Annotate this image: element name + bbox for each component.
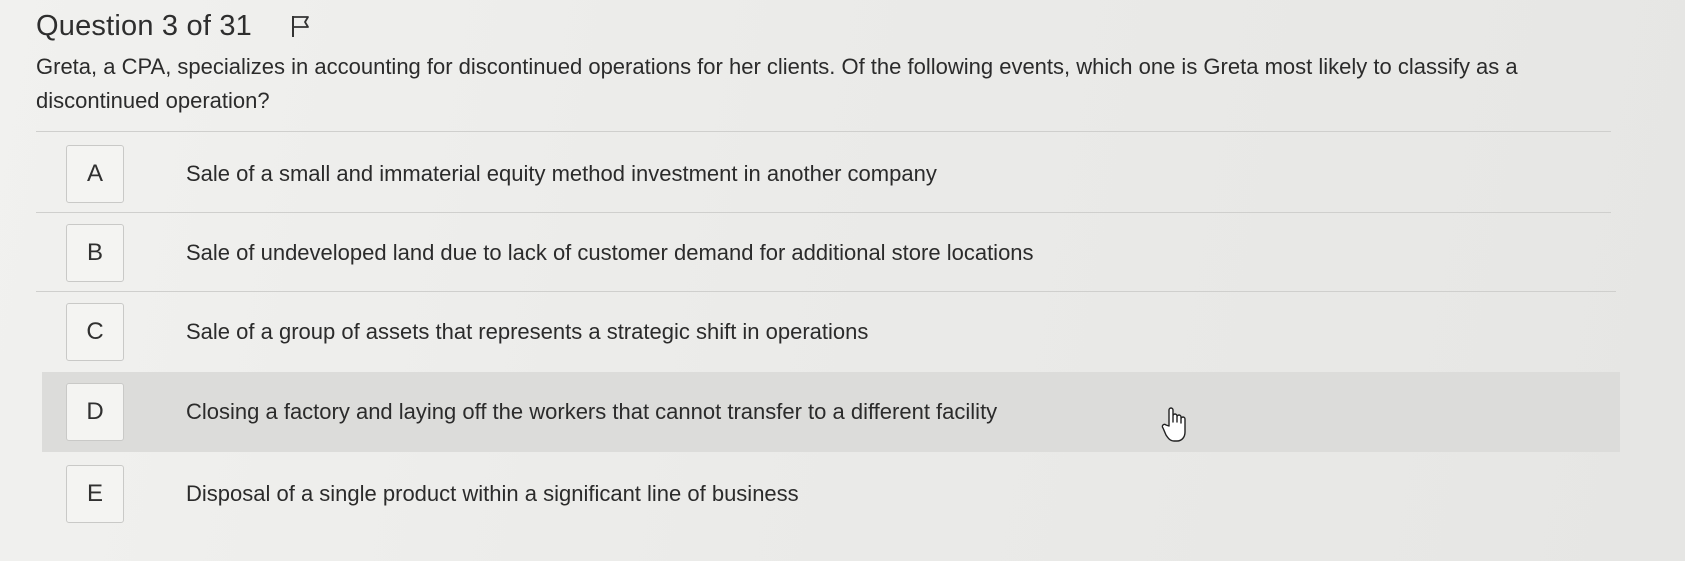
answer-option-b[interactable]: B Sale of undeveloped land due to lack o… xyxy=(42,214,1620,292)
answer-option-e[interactable]: E Disposal of a single product within a … xyxy=(42,455,1620,533)
option-letter-box: D xyxy=(66,383,124,441)
flag-icon[interactable] xyxy=(290,14,312,38)
option-text: Closing a factory and laying off the wor… xyxy=(186,399,998,424)
hand-pointer-icon xyxy=(1160,404,1190,444)
option-text: Disposal of a single product within a si… xyxy=(186,481,799,506)
option-letter-box: B xyxy=(66,224,124,282)
option-text: Sale of a group of assets that represent… xyxy=(186,319,869,344)
option-letter-box: C xyxy=(66,303,124,361)
divider xyxy=(36,212,1611,213)
question-text: Greta, a CPA, specializes in accounting … xyxy=(36,54,1518,113)
answer-option-a[interactable]: A Sale of a small and immaterial equity … xyxy=(42,135,1620,213)
option-letter-box: E xyxy=(66,465,124,523)
answer-option-d[interactable]: D Closing a factory and laying off the w… xyxy=(42,372,1620,452)
option-text: Sale of undeveloped land due to lack of … xyxy=(186,240,1034,265)
option-text: Sale of a small and immaterial equity me… xyxy=(186,161,937,186)
question-header: Question 3 of 31 xyxy=(36,6,312,46)
divider xyxy=(36,291,1616,292)
question-number-title: Question 3 of 31 xyxy=(36,9,253,42)
option-letter-box: A xyxy=(66,145,124,203)
divider xyxy=(36,131,1611,132)
question-page: Question 3 of 31 Greta, a CPA, specializ… xyxy=(0,0,1685,561)
answer-option-c[interactable]: C Sale of a group of assets that represe… xyxy=(42,293,1620,371)
